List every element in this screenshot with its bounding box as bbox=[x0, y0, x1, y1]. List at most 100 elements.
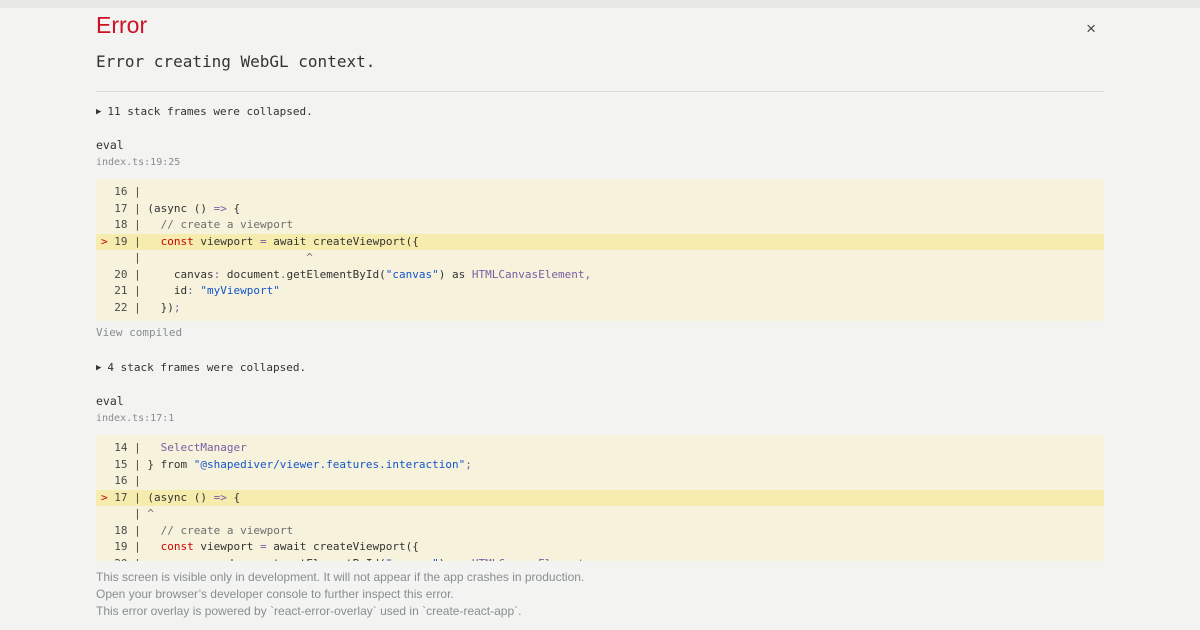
code-token: }) bbox=[147, 301, 174, 314]
code-line: 18 | // create a viewport bbox=[96, 217, 1104, 234]
code-token: { bbox=[227, 491, 240, 504]
code-token: => bbox=[214, 491, 227, 504]
code-line: 19 | const viewport = await createViewpo… bbox=[96, 539, 1104, 556]
code-token: // create a viewport bbox=[161, 218, 293, 231]
code-token: { bbox=[227, 202, 240, 215]
code-token bbox=[147, 218, 160, 231]
code-line-highlighted: > 19 | const viewport = await createView… bbox=[96, 234, 1104, 251]
error-title: Error bbox=[96, 12, 147, 38]
code-token: 15 | bbox=[101, 458, 147, 471]
code-token: , bbox=[585, 268, 592, 281]
code-token: getElementById( bbox=[286, 557, 385, 562]
triangle-right-icon: ▶ bbox=[96, 107, 101, 117]
code-token: } from bbox=[147, 458, 193, 471]
code-token: // create a viewport bbox=[161, 524, 293, 537]
code-token: 19 | bbox=[108, 235, 148, 248]
code-token: "canvas" bbox=[386, 557, 439, 562]
code-line: 17 | (async () => { bbox=[96, 201, 1104, 218]
view-compiled-link[interactable]: View compiled bbox=[96, 325, 1104, 340]
code-token: await createViewport({ bbox=[267, 235, 419, 248]
code-token: 18 | bbox=[101, 524, 147, 537]
code-token: | bbox=[101, 251, 147, 264]
triangle-right-icon: ▶ bbox=[96, 363, 101, 373]
frame-location-link-2[interactable]: index.ts:17:1 bbox=[96, 412, 1104, 425]
frame-location-link-1[interactable]: index.ts:19:25 bbox=[96, 156, 1104, 169]
code-token bbox=[147, 235, 160, 248]
code-token: > bbox=[101, 235, 108, 248]
code-token: canvas bbox=[147, 557, 213, 562]
code-token: 17 | bbox=[108, 491, 148, 504]
code-token: , bbox=[585, 557, 592, 562]
code-token: 16 | bbox=[101, 185, 147, 198]
code-token: "myViewport" bbox=[200, 284, 279, 297]
code-token: viewport bbox=[194, 540, 260, 553]
code-token bbox=[147, 540, 160, 553]
frame-function-name-1: eval bbox=[96, 138, 1104, 153]
code-token: : bbox=[187, 284, 194, 297]
code-token: 14 | bbox=[101, 441, 147, 454]
code-token: 19 | bbox=[101, 540, 147, 553]
code-token: SelectManager bbox=[161, 441, 247, 454]
page-background: { "overlay": { "title": "Error", "close_… bbox=[0, 0, 1200, 630]
code-token: "canvas" bbox=[386, 268, 439, 281]
frame-function-name-2: eval bbox=[96, 394, 1104, 409]
code-line: 16 | bbox=[96, 184, 1104, 201]
footer-line: This error overlay is powered by `react-… bbox=[96, 603, 1104, 620]
footer-line: This screen is visible only in developme… bbox=[96, 569, 1104, 586]
code-token: 17 | bbox=[101, 202, 147, 215]
code-token: (async () bbox=[147, 491, 213, 504]
code-line: 14 | SelectManager bbox=[96, 440, 1104, 457]
code-line: | ^ bbox=[96, 250, 1104, 267]
close-icon: × bbox=[1086, 19, 1096, 38]
code-token: 16 | bbox=[101, 474, 147, 487]
code-frame-block-1: 16 | 17 | (async () => { 18 | // create … bbox=[96, 179, 1104, 321]
code-token: const bbox=[161, 235, 194, 248]
code-token: => bbox=[214, 202, 227, 215]
code-token: (async () bbox=[147, 202, 213, 215]
code-token: HTMLCanvasElement bbox=[472, 268, 585, 281]
code-token: await createViewport({ bbox=[267, 540, 419, 553]
code-line: 16 | bbox=[96, 473, 1104, 490]
error-overlay: Error × Error creating WebGL context. ▶ 1… bbox=[88, 0, 1112, 630]
code-token: > bbox=[101, 491, 108, 504]
code-line: 20 | canvas: document.getElementById("ca… bbox=[96, 556, 1104, 562]
close-button[interactable]: × bbox=[1086, 20, 1096, 37]
code-token: viewport bbox=[194, 235, 260, 248]
code-line: 22 | }); bbox=[96, 300, 1104, 317]
code-token: = bbox=[260, 235, 267, 248]
code-token: ) as bbox=[439, 268, 472, 281]
collapsed-frames-label: 11 stack frames were collapsed. bbox=[107, 105, 312, 118]
code-token: const bbox=[161, 540, 194, 553]
collapsed-frames-toggle-2[interactable]: ▶4 stack frames were collapsed. bbox=[96, 360, 1104, 376]
code-line: | ^ bbox=[96, 506, 1104, 523]
stack-trace-container: ▶ 11 stack frames were collapsed. eval in… bbox=[96, 92, 1104, 561]
code-line: 21 | id: "myViewport" bbox=[96, 283, 1104, 300]
code-line: 18 | // create a viewport bbox=[96, 523, 1104, 540]
code-token: ) as bbox=[439, 557, 472, 562]
code-token: 20 | bbox=[101, 268, 147, 281]
code-token: canvas bbox=[147, 268, 213, 281]
code-token: = bbox=[260, 540, 267, 553]
code-frame-block-2: 14 | SelectManager 15 | } from "@shapedi… bbox=[96, 435, 1104, 561]
code-token: "@shapediver/viewer.features.interaction… bbox=[194, 458, 466, 471]
code-token: | bbox=[101, 507, 147, 520]
code-line: 20 | canvas: document.getElementById("ca… bbox=[96, 267, 1104, 284]
code-token: ^ bbox=[147, 251, 313, 264]
collapsed-frames-toggle-1[interactable]: ▶ 11 stack frames were collapsed. bbox=[96, 104, 1104, 120]
footer-line: Open your browser’s developer console to… bbox=[96, 586, 1104, 603]
code-token: getElementById( bbox=[286, 268, 385, 281]
code-token: HTMLCanvasElement bbox=[472, 557, 585, 562]
code-token: id bbox=[147, 284, 187, 297]
error-message: Error creating WebGL context. bbox=[96, 52, 1104, 71]
code-token: 22 | bbox=[101, 301, 147, 314]
code-token bbox=[147, 524, 160, 537]
code-token: ; bbox=[465, 458, 472, 471]
code-token: document bbox=[220, 557, 280, 562]
code-line-highlighted: > 17 | (async () => { bbox=[96, 490, 1104, 507]
code-token: document bbox=[220, 268, 280, 281]
code-token: 18 | bbox=[101, 218, 147, 231]
code-token: 21 | bbox=[101, 284, 147, 297]
code-token bbox=[147, 441, 160, 454]
overlay-footer: This screen is visible only in developme… bbox=[96, 569, 1104, 620]
code-token: ; bbox=[174, 301, 181, 314]
